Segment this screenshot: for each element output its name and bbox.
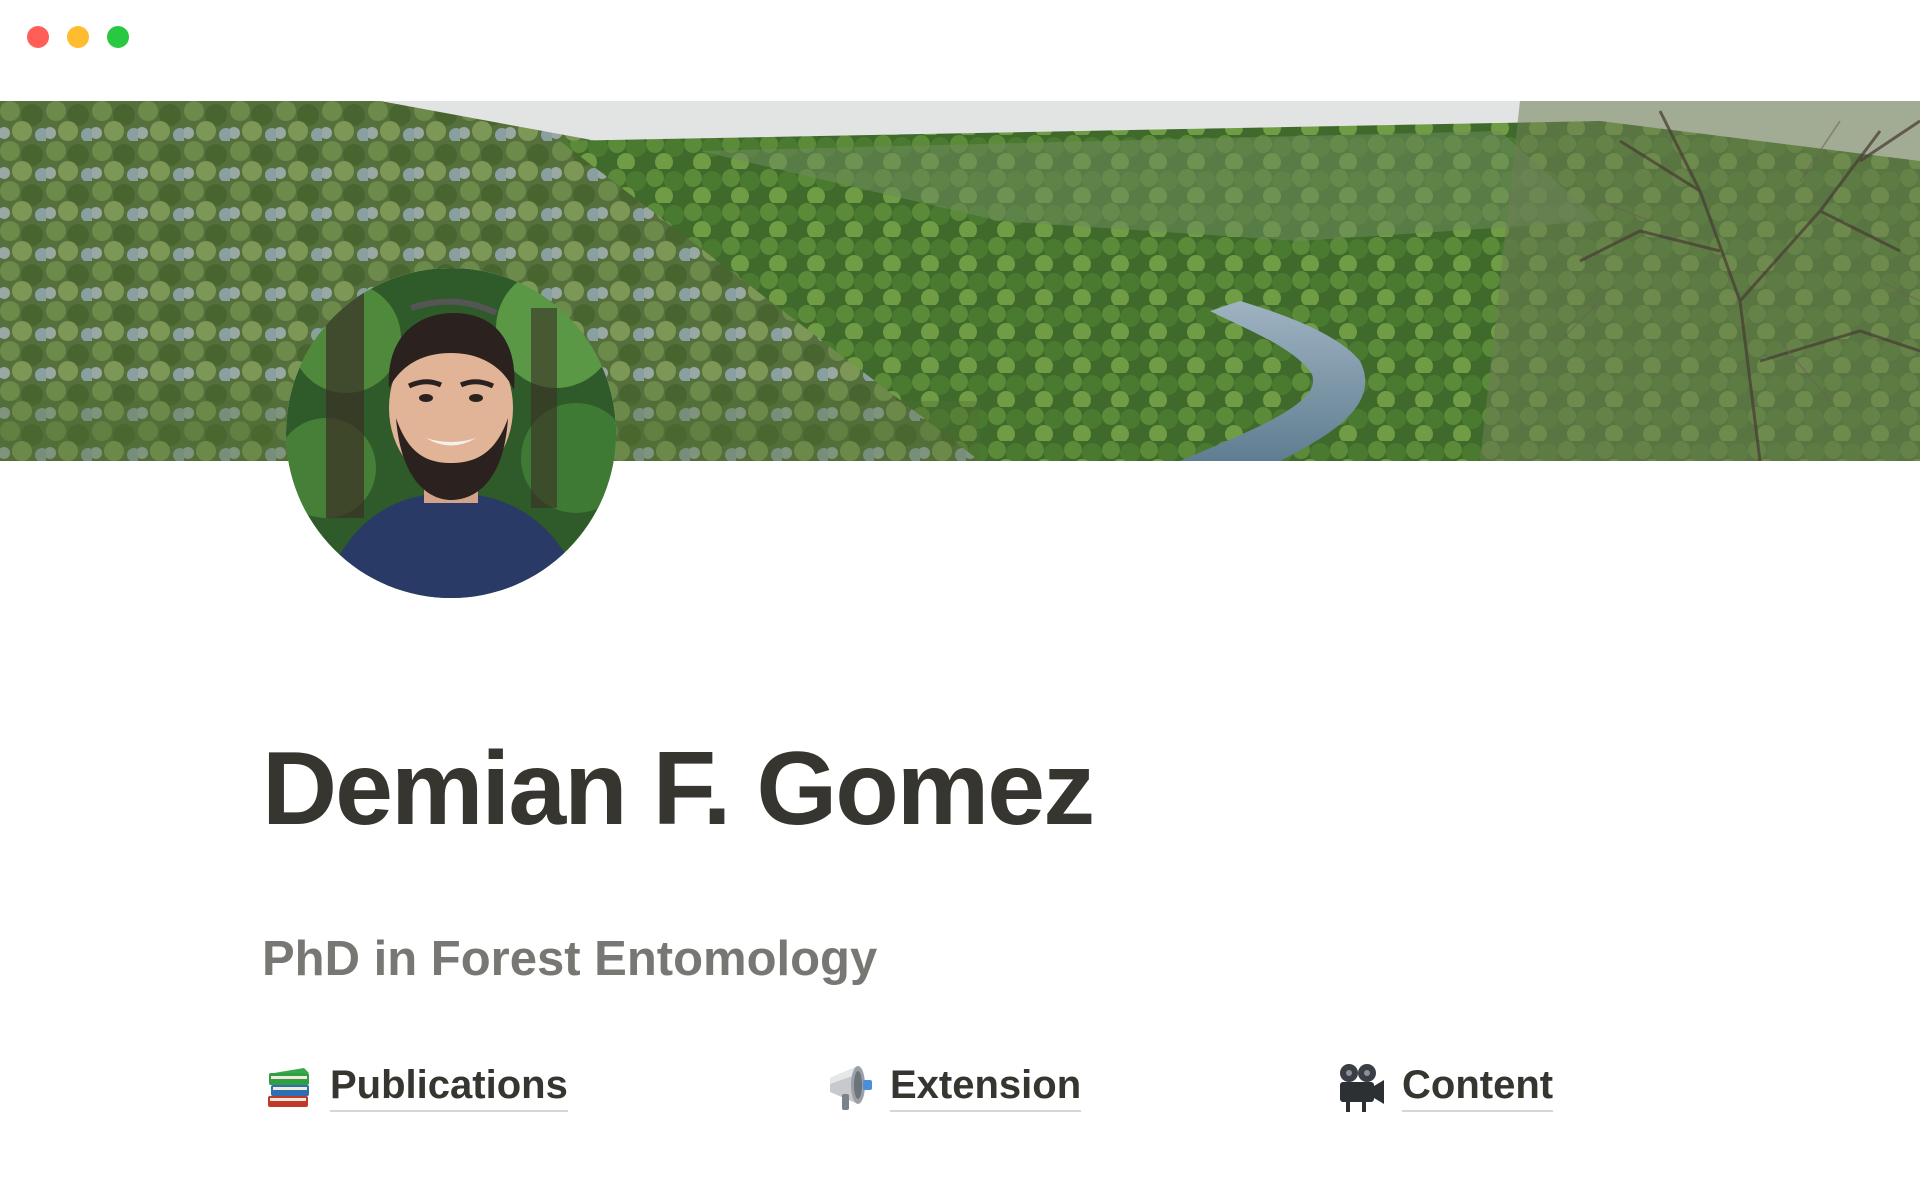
window-close-button[interactable] (27, 26, 49, 48)
extension-link-label[interactable]: Extension (890, 1062, 1082, 1112)
app-window: Demian F. Gomez PhD in Forest Entomology… (0, 0, 1920, 1200)
profile-avatar (286, 268, 616, 598)
megaphone-icon (822, 1060, 876, 1114)
window-maximize-button[interactable] (107, 26, 129, 48)
window-minimize-button[interactable] (67, 26, 89, 48)
books-icon (262, 1060, 316, 1114)
page-subtitle: PhD in Forest Entomology (262, 932, 878, 986)
movie-camera-icon (1334, 1060, 1388, 1114)
content-link-label[interactable]: Content (1402, 1062, 1554, 1112)
extension-link[interactable]: Extension (822, 1052, 1082, 1122)
window-titlebar (0, 0, 1920, 101)
publications-link-label[interactable]: Publications (330, 1062, 568, 1112)
page-links: Publications Extension Content (262, 1052, 1722, 1122)
page-title: Demian F. Gomez (262, 731, 1095, 847)
publications-link[interactable]: Publications (262, 1052, 568, 1122)
content-link[interactable]: Content (1334, 1052, 1554, 1122)
